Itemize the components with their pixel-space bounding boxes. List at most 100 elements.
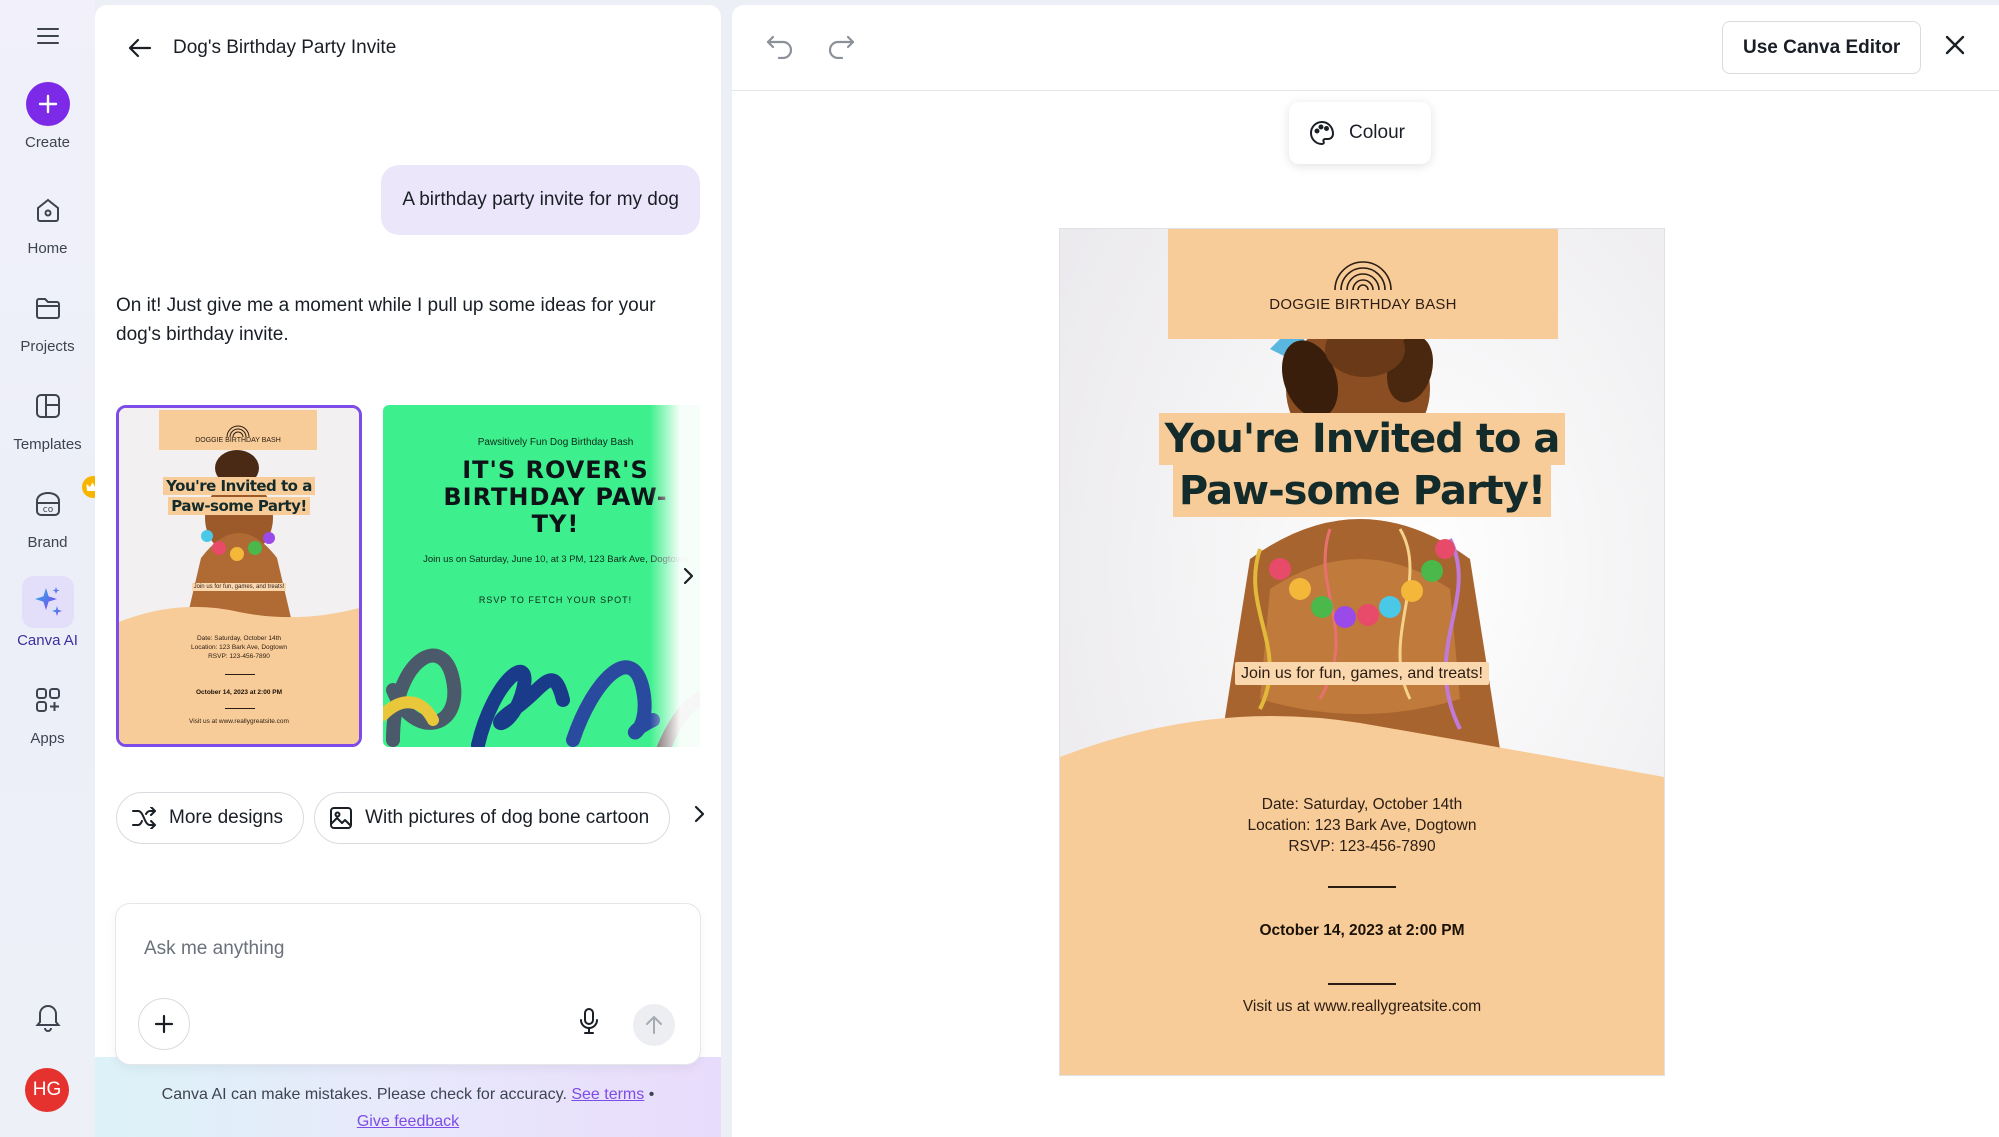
disclaimer-text: Canva AI can make mistakes. Please check… [161,1086,567,1103]
sidebar-item-home[interactable]: Home [0,184,95,257]
left-sidebar: Create Home Projects Templates co Brand [0,0,104,1137]
sidebar-item-label: Create [24,134,71,151]
invite-datetime: October 14, 2023 at 2:00 PM [1259,922,1465,939]
sidebar-item-projects[interactable]: Projects [0,282,95,355]
shuffle-icon [132,807,156,829]
undo-icon[interactable] [765,31,795,64]
preview-toolbar: Use Canva Editor [732,5,1999,91]
thumb1-divider [225,708,255,709]
invite-design-canvas[interactable]: DOGGIE BIRTHDAY BASH You're Invited to a… [1060,229,1664,1075]
invite-subtitle: Join us for fun, games, and treats! [1060,662,1664,685]
give-feedback-link[interactable]: Give feedback [357,1113,459,1130]
thumb1-title-line2: Paw-some Party! [168,497,310,515]
sidebar-item-apps[interactable]: Apps [0,674,95,747]
invite-divider [1328,886,1396,888]
sidebar-item-label: Canva AI [17,632,78,649]
sidebar-item-templates[interactable]: Templates [0,380,95,453]
thumb1-subtitle: Join us for fun, games, and treats! [119,583,359,591]
dog-photo [1060,319,1664,1075]
thumb1-info: Date: Saturday, October 14th Location: 1… [119,634,359,661]
sidebar-item-label: Apps [30,730,65,747]
colour-label: Colour [1349,122,1405,143]
invite-brand: DOGGIE BIRTHDAY BASH [1269,296,1457,313]
sidebar-item-brand[interactable]: co Brand [0,476,104,551]
image-icon [330,807,353,829]
hamburger-menu-icon[interactable] [30,18,66,54]
more-designs-chip[interactable]: More designs [116,792,305,844]
home-icon [22,184,74,236]
thumb1-title-line1: You're Invited to a [163,477,315,495]
notifications-bell-icon[interactable] [30,998,66,1034]
invite-location-line: Location: 123 Bark Ave, Dogtown [1247,817,1477,834]
thumb1-date-line: Date: Saturday, October 14th [196,635,282,642]
chat-header: Dog's Birthday Party Invite [125,33,396,63]
plus-icon [154,1014,174,1034]
templates-icon [22,380,74,432]
invite-divider [1328,983,1396,985]
sidebar-item-label: Projects [20,338,75,355]
use-canva-editor-button[interactable]: Use Canva Editor [1722,21,1922,74]
sidebar-item-canva-ai[interactable]: Canva AI [0,576,95,649]
thumb1-header: DOGGIE BIRTHDAY BASH [159,410,317,450]
create-button[interactable] [22,78,74,130]
dog-bone-pictures-chip[interactable]: With pictures of dog bone cartoon [314,792,671,844]
close-icon[interactable] [1943,33,1967,62]
add-attachment-button[interactable] [138,998,190,1050]
avatar[interactable]: HG [25,1068,69,1112]
thumb1-datetime: October 14, 2023 at 2:00 PM [196,689,282,696]
thumb1-subtitle-text: Join us for fun, games, and treats! [191,583,287,591]
ai-message: On it! Just give me a moment while I pul… [116,295,656,345]
back-arrow-icon[interactable] [125,33,155,63]
chat-composer [116,904,700,1064]
thumb1-location-line: Location: 123 Bark Ave, Dogtown [191,644,287,651]
rainbow-logo-icon [1334,261,1392,290]
thumb1-visit: Visit us at www.reallygreatsite.com [189,718,289,725]
thumb2-join: Join us on Saturday, June 10, at 3 PM, 1… [423,554,688,565]
preview-panel: Use Canva Editor Colour DOGGIE BIRTHDAY … [732,5,1999,1137]
invite-header: DOGGIE BIRTHDAY BASH [1168,229,1558,339]
svg-text:co: co [42,505,53,515]
send-button[interactable] [633,1004,675,1046]
chip-label: With pictures of dog bone cartoon [365,807,650,828]
chips-scroll-right-icon[interactable] [693,805,705,828]
ask-input[interactable] [144,938,664,960]
disclaimer-separator: • [648,1086,655,1103]
sidebar-item-label: Brand [27,534,68,551]
sidebar-item-label: Templates [13,436,82,453]
apps-icon [22,674,74,726]
design-suggestions-carousel: DOGGIE BIRTHDAY BASH You're Invited to a… [116,401,700,751]
invite-subtitle-text: Join us for fun, games, and treats! [1235,662,1489,685]
design-thumbnail-1[interactable]: DOGGIE BIRTHDAY BASH You're Invited to a… [116,405,362,747]
see-terms-link[interactable]: See terms [571,1086,644,1103]
palette-icon [1310,120,1335,146]
thumb1-divider [225,674,255,675]
colour-button[interactable]: Colour [1289,102,1431,164]
folder-icon [22,282,74,334]
sparkle-icon [21,576,74,628]
thumb1-title: You're Invited to a Paw-some Party! [139,476,339,516]
chevron-right-icon [683,567,694,585]
invite-visit: Visit us at www.reallygreatsite.com [1242,998,1482,1015]
sidebar-item-create[interactable]: Create [0,78,95,151]
user-message-bubble: A birthday party invite for my dog [381,165,700,235]
redo-icon[interactable] [826,31,856,64]
thumb1-rsvp-line: RSVP: 123-456-7890 [208,653,270,660]
sidebar-item-label: Home [27,240,68,257]
thumb1-brand: DOGGIE BIRTHDAY BASH [195,437,281,444]
invite-rsvp-line: RSVP: 123-456-7890 [1288,838,1436,855]
disclaimer: Canva AI can make mistakes. Please check… [95,1081,721,1135]
microphone-icon[interactable] [578,1007,600,1040]
chip-label: More designs [169,807,284,828]
suggestion-chips: More designs With pictures of dog bone c… [116,792,671,844]
invite-title: You're Invited to a Paw-some Party! [1156,413,1568,517]
brand-icon: co [22,476,104,530]
arrow-up-icon [646,1016,662,1034]
invite-date-line: Date: Saturday, October 14th [1261,796,1463,813]
chat-panel: Dog's Birthday Party Invite A birthday p… [95,5,721,1137]
invite-details: Date: Saturday, October 14th Location: 1… [1060,794,1664,857]
invite-title-line2: Paw-some Party! [1172,465,1552,517]
plus-icon [25,82,70,126]
carousel-next-button[interactable] [650,401,700,751]
invite-title-line1: You're Invited to a [1158,413,1566,465]
chat-title: Dog's Birthday Party Invite [173,37,397,58]
